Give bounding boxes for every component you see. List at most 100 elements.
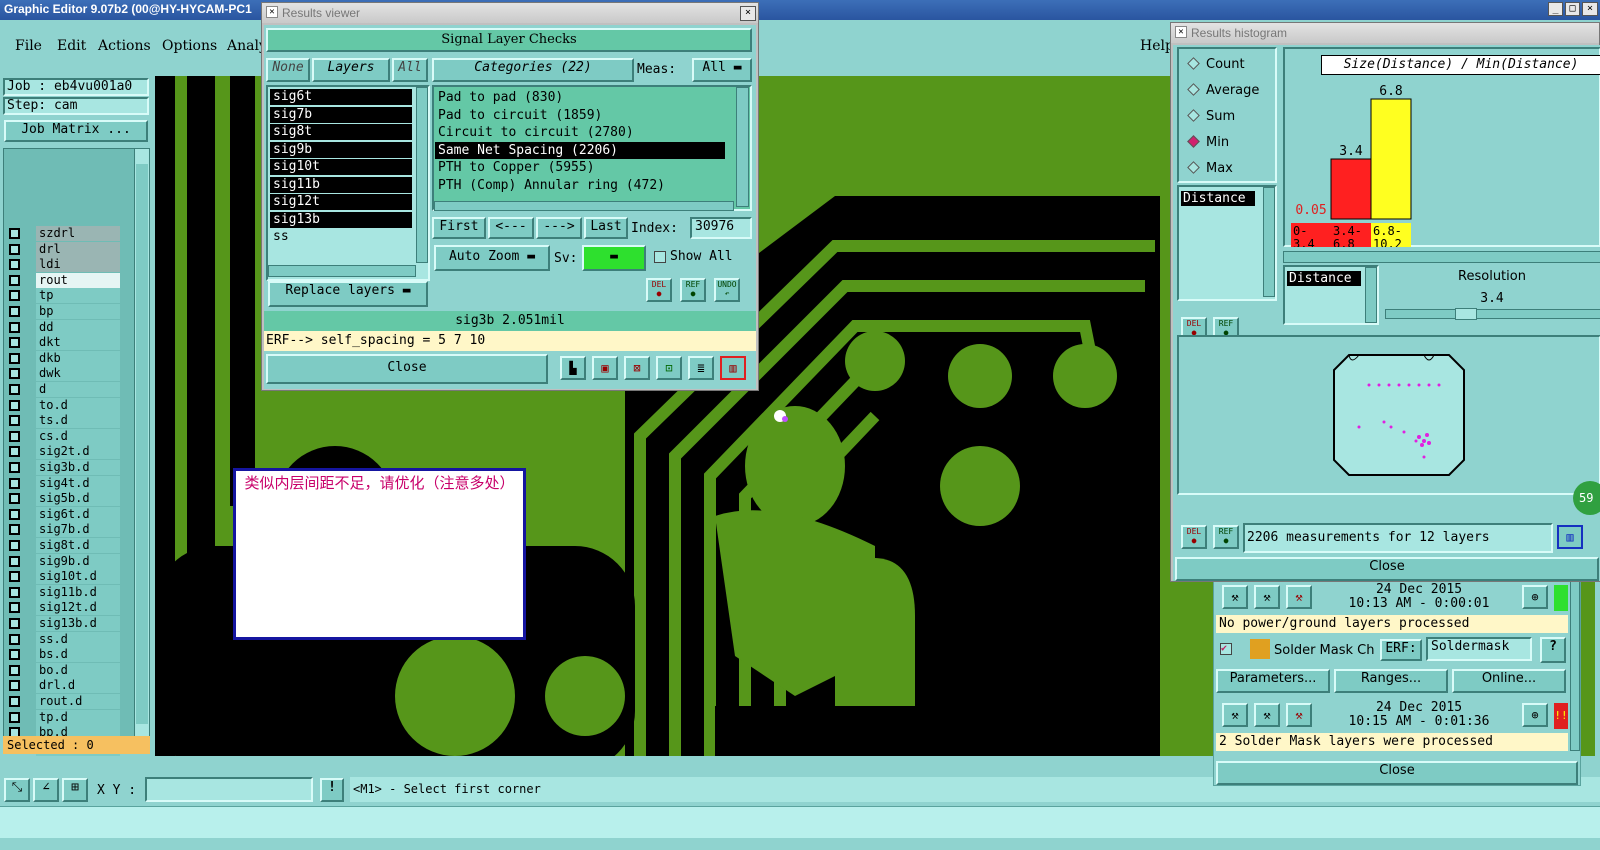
layer-name[interactable]: d: [36, 382, 120, 397]
rv-layer-item[interactable]: sig6t: [270, 89, 412, 105]
category-list-hscroll[interactable]: [434, 201, 734, 211]
layer-name[interactable]: sig11b.d: [36, 584, 120, 600]
index-input[interactable]: 30976: [690, 217, 752, 239]
layer-name[interactable]: cs.d: [36, 428, 120, 444]
layer-checkbox[interactable]: [9, 306, 20, 317]
analysis-close-button[interactable]: Close: [1216, 761, 1578, 785]
results-viewer-close-x[interactable]: ×: [740, 6, 756, 21]
layer-name[interactable]: sig8t.d: [36, 538, 120, 553]
layer-row[interactable]: dd: [6, 319, 122, 336]
hist-del-icon-2[interactable]: DEL ●: [1181, 525, 1207, 549]
info-button[interactable]: !: [320, 778, 344, 802]
rv-layer-item[interactable]: sig12t: [270, 194, 412, 210]
help-button[interactable]: ?: [1540, 637, 1566, 663]
solder-mask-checkbox[interactable]: ✔: [1220, 643, 1232, 655]
del-icon[interactable]: DEL ●: [646, 278, 672, 302]
layer-row[interactable]: sig2t.d: [6, 444, 122, 460]
layer-checkbox[interactable]: [9, 337, 20, 349]
rv-category-item[interactable]: PTH to Copper (5955): [435, 159, 725, 177]
results-viewer-close-button[interactable]: Close: [266, 354, 548, 384]
prev-button[interactable]: <---: [488, 217, 534, 239]
layer-name[interactable]: sig6t.d: [36, 506, 120, 522]
next-button[interactable]: --->: [536, 217, 582, 239]
run-icon-2[interactable]: ⚒: [1254, 585, 1280, 609]
histogram-close-button[interactable]: Close: [1175, 557, 1599, 581]
layer-row[interactable]: ldi: [6, 257, 122, 273]
layer-name[interactable]: sig12t.d: [36, 600, 120, 616]
layer-row[interactable]: cs.d: [6, 428, 122, 445]
layer-checkbox[interactable]: [9, 462, 20, 473]
report-icon[interactable]: ▣: [592, 356, 618, 380]
rv-category-item[interactable]: PTH (Comp) Annular ring (472): [435, 177, 725, 195]
chart-hscroll[interactable]: [1283, 251, 1600, 263]
layer-checkbox[interactable]: [9, 508, 20, 520]
layer-row[interactable]: dkb: [6, 350, 122, 367]
histogram-bar[interactable]: [1330, 158, 1372, 220]
resolution-slider-thumb[interactable]: [1455, 308, 1477, 320]
sv-color-dropdown[interactable]: ▬: [582, 245, 646, 271]
layer-row[interactable]: sig9b.d: [6, 553, 122, 570]
layer-name[interactable]: sig7b.d: [36, 522, 120, 538]
layer-checkbox[interactable]: [9, 477, 20, 489]
all-button[interactable]: All: [392, 58, 428, 82]
parameters-button[interactable]: Parameters...: [1216, 669, 1330, 693]
layer-checkbox[interactable]: [9, 352, 20, 364]
layer-checkbox[interactable]: [9, 384, 20, 395]
ref-icon[interactable]: REF ●: [680, 278, 706, 302]
layer-checkbox[interactable]: [9, 274, 20, 286]
layer-list-hscroll[interactable]: [268, 265, 416, 277]
distance-axis-scroll[interactable]: [1365, 267, 1377, 323]
layer-checkbox[interactable]: [9, 321, 20, 333]
run-icon-5[interactable]: ⚒: [1254, 703, 1280, 727]
run-icon-6[interactable]: ⚒: [1286, 703, 1312, 727]
radio-diamond-icon[interactable]: [1187, 83, 1200, 96]
undo-icon[interactable]: UNDO ↶: [714, 278, 740, 302]
close-window-button[interactable]: ×: [1582, 2, 1598, 16]
layer-row[interactable]: sig4t.d: [6, 475, 122, 492]
layer-row[interactable]: ts.d: [6, 413, 122, 429]
job-matrix-button[interactable]: Job Matrix ...: [4, 120, 148, 142]
layer-checkbox[interactable]: [9, 243, 20, 255]
replace-layers-dropdown[interactable]: Replace layers ▬: [268, 281, 428, 307]
layer-name[interactable]: szdrl: [36, 226, 120, 241]
categories-button[interactable]: Categories (22): [432, 58, 634, 82]
rv-category-item[interactable]: Same Net Spacing (2206): [435, 141, 725, 159]
distance-axis-item[interactable]: Distance: [1287, 271, 1361, 286]
layer-checkbox[interactable]: [9, 618, 20, 629]
layer-name[interactable]: dkt: [36, 335, 120, 351]
layer-checkbox[interactable]: [9, 711, 20, 723]
category-list-box[interactable]: Pad to pad (830) Pad to circuit (1859) Cir…: [432, 85, 752, 211]
layer-checkbox[interactable]: [9, 696, 20, 707]
layer-row[interactable]: bs.d: [6, 647, 122, 663]
rv-layer-item[interactable]: sig11b: [270, 176, 412, 193]
layer-name[interactable]: drl: [36, 241, 120, 257]
layer-checkbox[interactable]: [9, 430, 20, 442]
layer-checkbox[interactable]: [9, 446, 20, 458]
analysis-scrollbar[interactable]: [1570, 581, 1580, 751]
run-icon-3[interactable]: ⚒: [1286, 585, 1312, 609]
ranges-button[interactable]: Ranges...: [1334, 669, 1448, 693]
layer-row[interactable]: szdrl: [6, 226, 122, 242]
layer-name[interactable]: bs.d: [36, 647, 120, 663]
distance-item[interactable]: Distance: [1181, 191, 1255, 206]
run-icon-4[interactable]: ⚒: [1222, 703, 1248, 727]
rv-layer-item[interactable]: sig9b: [270, 141, 412, 158]
layer-name[interactable]: sig5b.d: [36, 491, 120, 507]
layer-name[interactable]: sig2t.d: [36, 444, 120, 460]
minimize-button[interactable]: _: [1548, 2, 1563, 16]
mode-option[interactable]: Min: [1187, 135, 1229, 150]
layer-row[interactable]: dkt: [6, 335, 122, 351]
mode-option[interactable]: Sum: [1187, 109, 1235, 124]
layer-row[interactable]: drl.d: [6, 678, 122, 694]
xy-input[interactable]: [145, 777, 313, 802]
layer-checkbox[interactable]: [9, 228, 20, 239]
layer-name[interactable]: drl.d: [36, 678, 120, 694]
layer-icon[interactable]: ▙: [560, 356, 586, 380]
layer-list-box[interactable]: sig6t sig7b sig8t sig9b sig10t sig11b sig12t si…: [266, 85, 430, 281]
layer-row[interactable]: drl: [6, 241, 122, 258]
meas-dropdown[interactable]: All ▬: [692, 58, 752, 82]
measure-tool-icon[interactable]: ∠: [33, 778, 59, 802]
zoom-tool-icon[interactable]: ⤡: [4, 778, 30, 802]
layer-name[interactable]: tp.d: [36, 709, 120, 725]
step-icon[interactable]: ⊡: [656, 356, 682, 380]
